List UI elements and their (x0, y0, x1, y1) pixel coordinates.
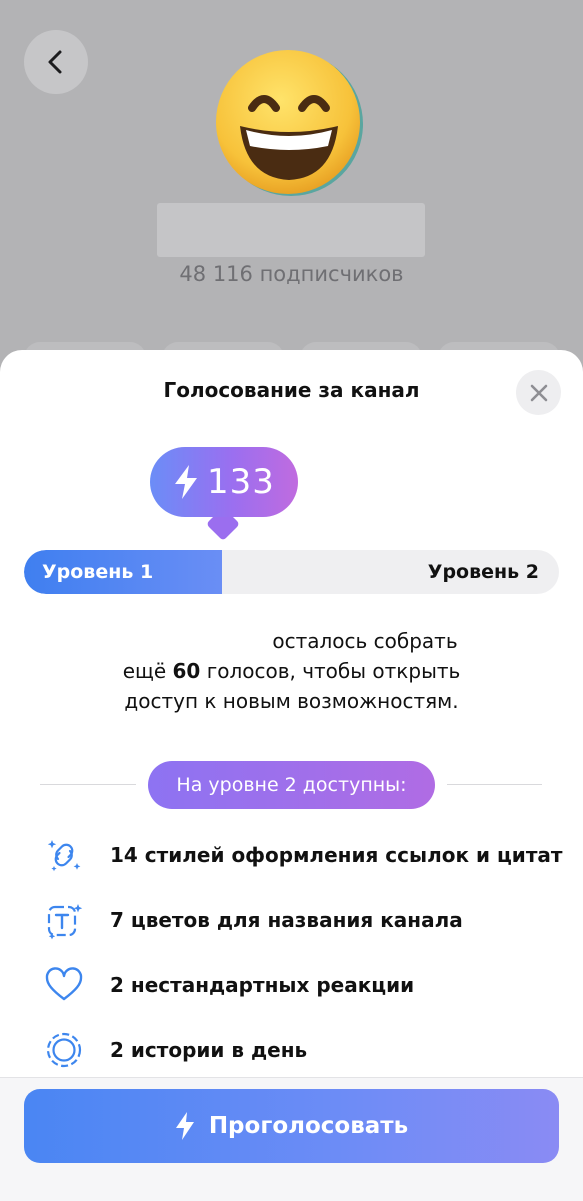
lightning-icon (175, 1112, 194, 1140)
level-progress-bar: Уровень 1 Уровень 2 (24, 550, 559, 594)
channel-name-placeholder (157, 203, 425, 257)
divider (447, 784, 542, 785)
description-line-3: доступ к новым возможностям. (124, 689, 459, 713)
close-button[interactable] (516, 370, 561, 415)
feature-label: 2 истории в день (110, 1038, 308, 1062)
stories-icon (46, 1032, 82, 1068)
boost-description: осталось собрать ещё 60 голосов, чтобы о… (0, 626, 583, 716)
heart-icon (45, 967, 83, 1001)
vote-button[interactable]: Проголосовать (24, 1089, 559, 1163)
level-current-label: Уровень 1 (42, 561, 154, 583)
features-title: На уровне 2 доступны: (148, 761, 435, 809)
description-line-2: ещё 60 голосов, чтобы открыть (122, 659, 461, 683)
level-next-label: Уровень 2 (427, 561, 539, 583)
back-button[interactable] (24, 30, 88, 94)
feature-item: 2 истории в день (44, 1030, 307, 1070)
feature-item: 2 нестандартных реакции (44, 965, 414, 1005)
feature-label: 2 нестандартных реакции (110, 973, 415, 997)
boost-count-badge: 133 (150, 447, 298, 517)
subscribers-count: 48 116 подписчиков (179, 262, 404, 286)
link-sparkle-icon (47, 840, 81, 872)
divider (40, 784, 136, 785)
chevron-left-icon (48, 50, 62, 74)
description-line-1: осталось собрать (272, 629, 458, 653)
sheet-title: Голосование за канал (163, 378, 420, 402)
close-icon (530, 384, 547, 401)
feature-item: 7 цветов для названия канала (44, 900, 463, 940)
votes-remaining: 60 (172, 659, 201, 683)
boost-sheet: Голосование за канал 133 Уровень 1 Урове… (0, 350, 583, 1201)
vote-button-label: Проголосовать (208, 1113, 409, 1139)
boost-count: 133 (207, 462, 275, 502)
feature-item: 14 стилей оформления ссылок и цитат (44, 835, 563, 875)
avatar-grinning-emoji (216, 50, 363, 196)
feature-label: 14 стилей оформления ссылок и цитат (110, 843, 563, 867)
feature-label: 7 цветов для названия канала (110, 908, 463, 932)
lightning-icon (175, 465, 198, 499)
text-sparkle-icon (47, 904, 83, 940)
